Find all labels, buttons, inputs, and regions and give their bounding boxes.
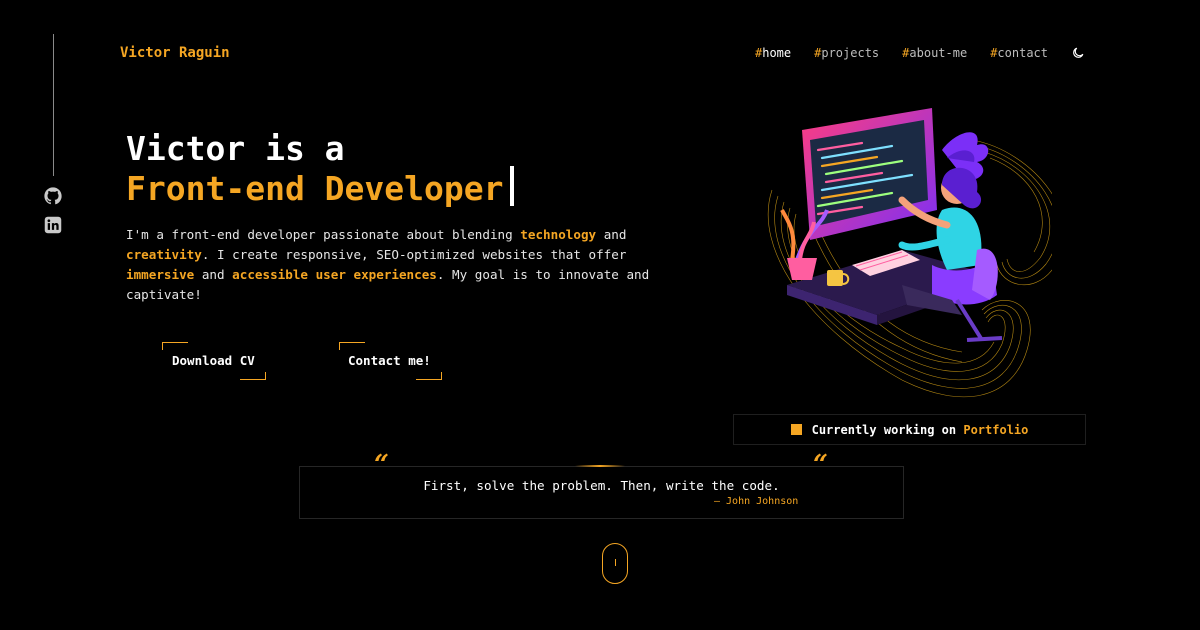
scroll-down-indicator[interactable] [602,543,628,584]
main-nav: #home #projects #about-me #contact [755,46,1085,60]
corner-decoration [339,342,365,350]
corner-decoration [240,372,266,380]
download-cv-button[interactable]: Download CV [162,342,266,380]
nav-item-projects[interactable]: #projects [814,46,879,60]
contact-me-label: Contact me! [348,353,431,368]
status-project: Portfolio [963,422,1029,437]
nav-item-contact[interactable]: #contact [990,46,1048,60]
quote-text: First, solve the problem. Then, write th… [423,478,780,493]
hero-role: Front-end Developer [126,169,504,208]
quote-accent-line [575,465,625,467]
contact-me-button[interactable]: Contact me! [339,342,442,380]
nav-item-home[interactable]: #home [755,46,791,60]
quote-close-mark: “ [813,450,828,480]
github-icon[interactable] [44,187,62,205]
nav-item-about-me[interactable]: #about-me [902,46,967,60]
moon-icon[interactable] [1071,46,1085,60]
corner-decoration [162,342,188,350]
site-logo[interactable]: Victor Raguin [120,45,230,61]
corner-decoration [416,372,442,380]
quote-open-mark: “ [374,450,389,480]
linkedin-icon[interactable] [44,216,62,234]
status-text: Currently working on Portfolio [811,422,1029,437]
quote-author: — John Johnson [714,496,799,507]
hero-title: Victor is a Front-end Developer [126,131,514,206]
hero-title-line1: Victor is a [126,129,345,168]
status-indicator [790,424,802,435]
status-banner: Currently working on Portfolio [733,414,1086,445]
typing-cursor [509,166,514,206]
developer-illustration [767,108,1052,398]
sidebar-divider [53,34,54,176]
download-cv-label: Download CV [172,353,255,368]
hero-description: I'm a front-end developer passionate abo… [126,227,650,302]
scroll-wheel [615,559,616,566]
